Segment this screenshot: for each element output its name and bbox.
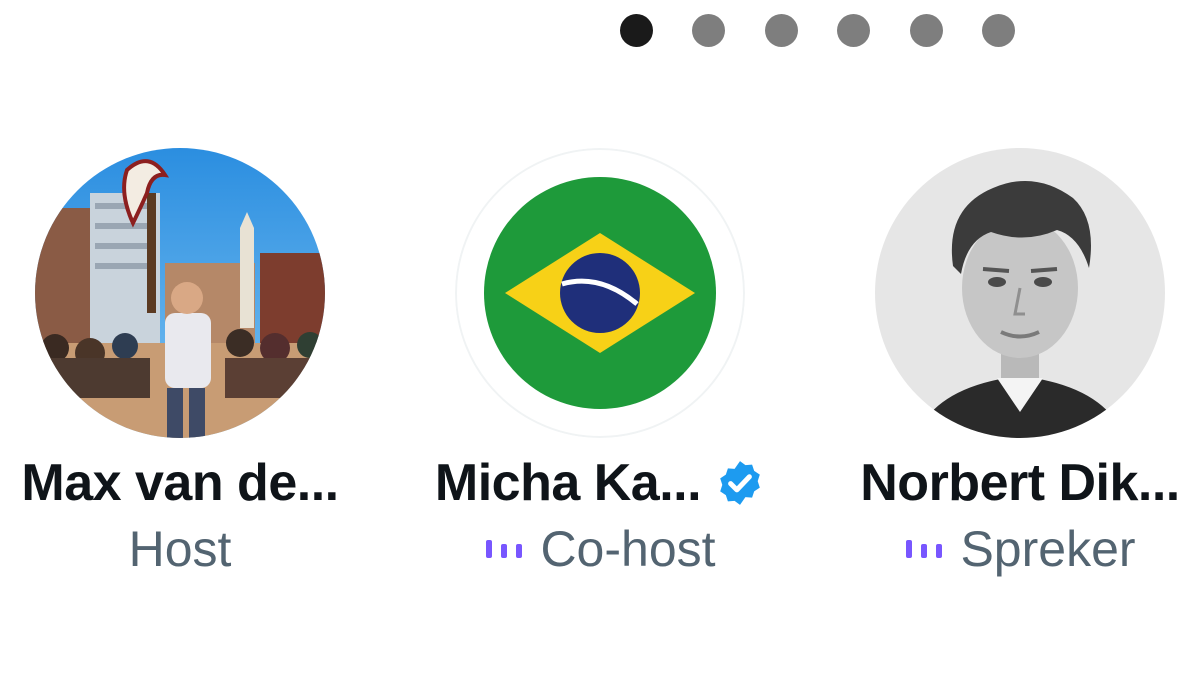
protest-crowd-photo-icon (35, 148, 325, 438)
participant-role: Co-host (540, 521, 716, 577)
participant-role: Spreker (960, 521, 1136, 577)
page-dot[interactable] (910, 14, 943, 47)
page-dot[interactable] (765, 14, 798, 47)
page-dot[interactable] (982, 14, 1015, 47)
participant-card-cohost[interactable]: Micha Ka... Co-host (420, 148, 780, 608)
participant-name: Max van de... (21, 454, 339, 512)
avatar[interactable] (455, 148, 745, 438)
participant-name: Norbert Dik... (860, 454, 1180, 512)
participant-card-speaker[interactable]: Norbert Dik... Spreker (840, 148, 1200, 608)
participant-card-host[interactable]: Max van de... Host (0, 148, 360, 608)
portrait-photo-icon (875, 148, 1165, 438)
brazil-flag-icon (455, 148, 745, 438)
avatar[interactable] (35, 148, 325, 438)
participant-name: Micha Ka... (434, 454, 702, 512)
page-dot[interactable] (837, 14, 870, 47)
speaking-bars-icon (906, 540, 943, 558)
page-dot[interactable] (620, 14, 653, 47)
avatar[interactable] (875, 148, 1165, 438)
verified-badge-icon (720, 461, 760, 505)
participant-role: Host (128, 521, 232, 577)
page-dot[interactable] (692, 14, 725, 47)
speaking-bars-icon (486, 540, 523, 558)
page-indicator (620, 14, 1016, 48)
